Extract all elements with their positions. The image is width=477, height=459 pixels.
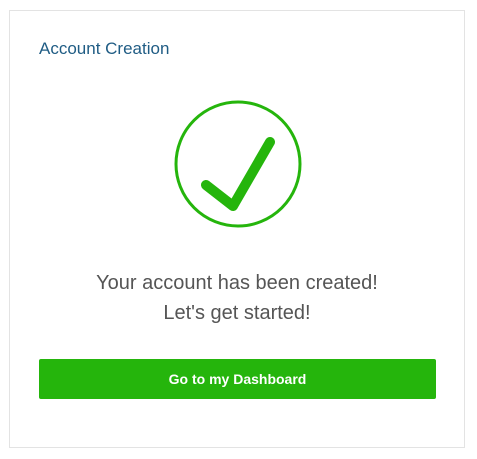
card-title: Account Creation <box>39 39 170 58</box>
account-creation-card: Account Creation Your account has been c… <box>9 10 465 448</box>
success-message-line-1: Your account has been created! <box>96 272 378 294</box>
success-message-line-2: Let's get started! <box>163 302 311 324</box>
success-checkmark-icon <box>173 99 303 229</box>
go-to-dashboard-button[interactable]: Go to my Dashboard <box>39 359 436 399</box>
success-message: Your account has been created! Let's get… <box>10 268 464 328</box>
